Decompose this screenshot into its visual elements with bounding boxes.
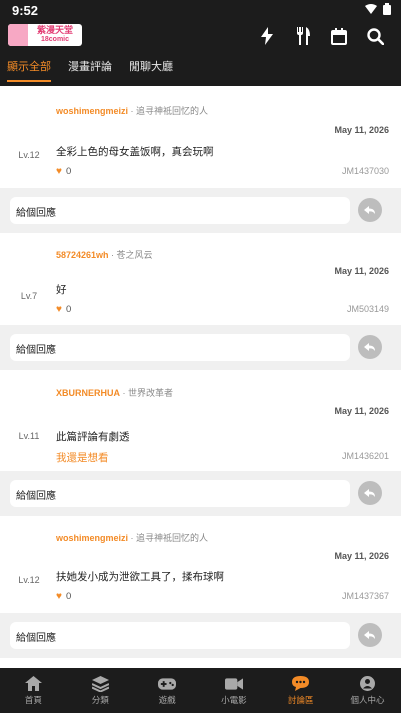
like-count: 0: [65, 591, 72, 602]
nav-home[interactable]: 首頁: [0, 668, 67, 713]
user-title: · 追寻神祗回忆的人: [128, 533, 209, 543]
comic-id[interactable]: JM1437030: [342, 166, 389, 176]
comic-id[interactable]: JM1437367: [342, 591, 389, 601]
comment-text: 好: [56, 284, 67, 296]
reply-row: 給個回應: [0, 188, 401, 233]
like-button[interactable]: ♥ 0: [56, 591, 71, 602]
nav-home-label: 首頁: [24, 694, 42, 705]
nav-games-label: 遊戲: [158, 694, 176, 705]
top-bar: 9:52 紫漫天堂 18comic 顯示全部 漫畫評論 閒聊大廳: [0, 0, 401, 86]
nav-categories-label: 分類: [91, 694, 109, 705]
user-level: Lv.7: [20, 291, 38, 301]
nav-forum-label: 討論區: [287, 694, 314, 705]
user-title: · 追寻神祗回忆的人: [128, 106, 209, 116]
comment-card: Lv.11 XBURNERHUA · 世界改革者 May 11, 2026 此篇…: [0, 370, 401, 471]
comment-card-partial: [0, 658, 401, 668]
heart-icon: ♥: [56, 591, 62, 602]
layers-icon: [91, 675, 109, 692]
reply-arrow-icon: [364, 206, 375, 214]
status-bar: 9:52: [0, 0, 401, 20]
heart-icon: ♥: [56, 304, 62, 315]
status-time: 9:52: [12, 3, 39, 18]
app-logo[interactable]: 紫漫天堂 18comic: [8, 24, 82, 46]
nav-profile-label: 個人中心: [350, 694, 385, 705]
battery-icon: [383, 3, 391, 15]
nav-videos-label: 小電影: [221, 694, 247, 705]
nav-games[interactable]: 遊戲: [134, 668, 201, 713]
reply-button[interactable]: [358, 481, 382, 505]
reply-row: 給個回應: [0, 471, 401, 516]
comment-username[interactable]: woshimengmeizi: [56, 533, 128, 543]
reply-input[interactable]: 給個回應: [10, 480, 350, 507]
user-icon: [359, 676, 377, 692]
reply-button[interactable]: [358, 198, 382, 222]
comment-date: May 11, 2026: [334, 125, 389, 135]
user-title: · 世界改革者: [120, 388, 174, 398]
logo-title: 紫漫天堂: [36, 25, 73, 35]
utensils-icon[interactable]: [293, 26, 313, 46]
tab-chat-lobby[interactable]: 閒聊大廳: [129, 52, 173, 86]
spoiler-reveal-link[interactable]: 我還是想看: [56, 450, 109, 465]
like-count: 0: [65, 304, 72, 315]
comic-id[interactable]: JM503149: [347, 304, 389, 314]
comment-text: 此篇評論有劇透: [56, 431, 130, 443]
wifi-icon: [365, 4, 377, 14]
reply-row: 給個回應: [0, 325, 401, 370]
comment-card: Lv.12 woshimengmeizi · 追寻神祗回忆的人 May 11, …: [0, 516, 401, 613]
reply-arrow-icon: [364, 343, 375, 351]
comment-date: May 11, 2026: [334, 266, 389, 276]
reply-input[interactable]: 給個回應: [10, 622, 350, 649]
user-level: Lv.11: [18, 431, 40, 441]
reply-arrow-icon: [364, 489, 375, 497]
reply-input[interactable]: 給個回應: [10, 197, 350, 224]
user-level: Lv.12: [18, 575, 40, 585]
tab-comic-reviews[interactable]: 漫畫評論: [68, 52, 112, 86]
reply-input[interactable]: 給個回應: [10, 334, 350, 361]
search-icon[interactable]: [365, 26, 385, 46]
comment-date: May 11, 2026: [334, 551, 389, 561]
comment-text: 全彩上色的母女盖饭啊，真会玩啊: [56, 146, 214, 158]
nav-videos[interactable]: 小電影: [200, 668, 267, 713]
logo-subtitle: 18comic: [40, 36, 70, 43]
gamepad-icon: [158, 676, 177, 692]
user-level: Lv.12: [18, 150, 40, 160]
like-count: 0: [65, 166, 72, 177]
nav-forum[interactable]: 討論區: [267, 668, 334, 713]
comment-date: May 11, 2026: [334, 406, 389, 416]
calendar-icon[interactable]: [329, 26, 349, 46]
like-button[interactable]: ♥ 0: [56, 304, 71, 315]
nav-profile[interactable]: 個人中心: [334, 668, 401, 713]
reply-arrow-icon: [364, 631, 375, 639]
comic-id[interactable]: JM1436201: [342, 451, 389, 461]
reply-button[interactable]: [358, 623, 382, 647]
reply-row: 給個回應: [0, 613, 401, 658]
video-icon: [224, 676, 243, 692]
comment-card: Lv.7 58724261wh · 苍之风云 May 11, 2026 好 ♥ 0…: [0, 233, 401, 325]
top-actions: [257, 26, 385, 46]
nav-categories[interactable]: 分類: [67, 668, 134, 713]
heart-icon: ♥: [56, 166, 62, 177]
lightning-icon[interactable]: [257, 26, 277, 46]
comment-username[interactable]: 58724261wh: [56, 250, 109, 260]
comment-username[interactable]: XBURNERHUA: [56, 388, 120, 398]
logo-mascot-icon: [8, 24, 28, 46]
comment-card: Lv.12 woshimengmeizi · 追寻神祗回忆的人 May 11, …: [0, 86, 401, 188]
comment-text: 扶她发小成为泄欲工具了，揉布球啊: [56, 571, 224, 583]
tab-bar: 顯示全部 漫畫評論 閒聊大廳: [0, 52, 190, 86]
user-title: · 苍之风云: [108, 250, 153, 260]
home-icon: [24, 676, 42, 692]
chat-icon: [292, 676, 310, 692]
tab-all[interactable]: 顯示全部: [7, 52, 51, 86]
reply-button[interactable]: [358, 335, 382, 359]
comment-feed[interactable]: Lv.12 woshimengmeizi · 追寻神祗回忆的人 May 11, …: [0, 86, 401, 668]
bottom-nav: 首頁 分類 遊戲 小電影 討論區 個人中心: [0, 668, 401, 713]
comment-username[interactable]: woshimengmeizi: [56, 106, 128, 116]
like-button[interactable]: ♥ 0: [56, 166, 71, 177]
